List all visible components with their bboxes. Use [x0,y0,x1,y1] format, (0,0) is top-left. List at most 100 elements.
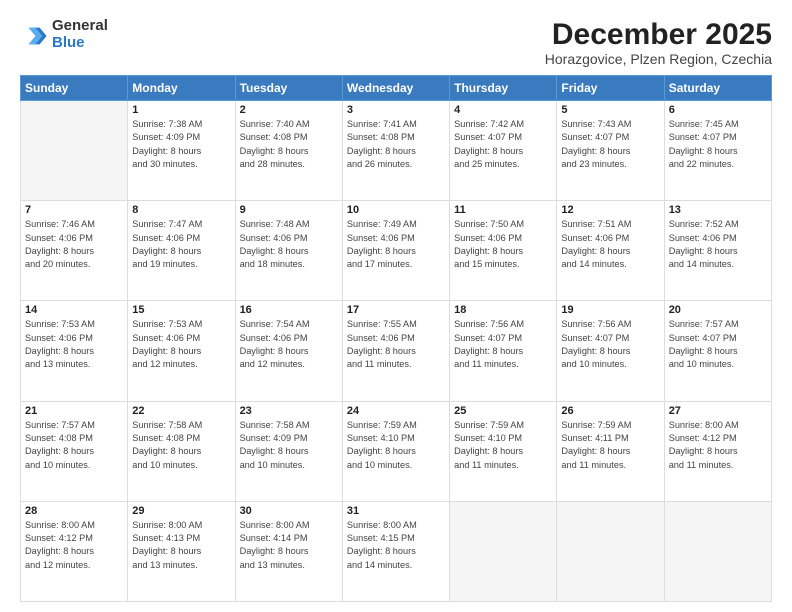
day-info: Sunrise: 7:59 AM Sunset: 4:10 PM Dayligh… [454,419,552,472]
day-info: Sunrise: 8:00 AM Sunset: 4:12 PM Dayligh… [25,519,123,572]
weekday-header-row: SundayMondayTuesdayWednesdayThursdayFrid… [21,76,772,101]
day-info: Sunrise: 8:00 AM Sunset: 4:14 PM Dayligh… [240,519,338,572]
day-info: Sunrise: 7:58 AM Sunset: 4:08 PM Dayligh… [132,419,230,472]
week-row-5: 28 Sunrise: 8:00 AM Sunset: 4:12 PM Dayli… [21,501,772,601]
day-cell [557,501,664,601]
day-cell: 16 Sunrise: 7:54 AM Sunset: 4:06 PM Dayli… [235,301,342,401]
day-number: 17 [347,304,445,316]
day-cell: 30Sunrise: 8:00 AM Sunset: 4:14 PM Dayli… [235,501,342,601]
day-cell: 1 Sunrise: 7:38 AM Sunset: 4:09 PM Daylig… [128,101,235,201]
day-info: Sunrise: 7:51 AM Sunset: 4:06 PM Dayligh… [561,218,659,271]
day-number: 23 [240,405,338,417]
page-title: December 2025 [545,18,772,51]
day-info: Sunrise: 7:54 AM Sunset: 4:06 PM Dayligh… [240,318,338,371]
day-info: Sunrise: 7:48 AM Sunset: 4:06 PM Dayligh… [240,218,338,271]
day-cell: 12 Sunrise: 7:51 AM Sunset: 4:06 PM Dayli… [557,201,664,301]
day-cell: 6 Sunrise: 7:45 AM Sunset: 4:07 PM Daylig… [664,101,771,201]
weekday-wednesday: Wednesday [342,76,449,101]
day-cell: 15Sunrise: 7:53 AM Sunset: 4:06 PM Dayli… [128,301,235,401]
day-number: 9 [240,204,338,216]
day-number: 22 [132,405,230,417]
day-info: Sunrise: 7:53 AM Sunset: 4:06 PM Dayligh… [25,318,123,371]
day-number: 8 [132,204,230,216]
day-cell: 31 Sunrise: 8:00 AM Sunset: 4:15 PM Dayli… [342,501,449,601]
weekday-sunday: Sunday [21,76,128,101]
day-cell: 5Sunrise: 7:43 AM Sunset: 4:07 PM Daylig… [557,101,664,201]
day-cell: 13Sunrise: 7:52 AM Sunset: 4:06 PM Dayli… [664,201,771,301]
header: General Blue December 2025 Horazgovice, … [20,18,772,67]
day-cell [21,101,128,201]
day-number: 18 [454,304,552,316]
day-cell: 22 Sunrise: 7:58 AM Sunset: 4:08 PM Dayli… [128,401,235,501]
weekday-saturday: Saturday [664,76,771,101]
logo-general-text: General [52,18,108,35]
day-number: 29 [132,505,230,517]
week-row-3: 14 Sunrise: 7:53 AM Sunset: 4:06 PM Dayli… [21,301,772,401]
day-info: Sunrise: 7:38 AM Sunset: 4:09 PM Dayligh… [132,118,230,171]
day-cell: 27Sunrise: 8:00 AM Sunset: 4:12 PM Dayli… [664,401,771,501]
day-cell: 24 Sunrise: 7:59 AM Sunset: 4:10 PM Dayli… [342,401,449,501]
day-number: 5 [561,104,659,116]
day-number: 2 [240,104,338,116]
day-info: Sunrise: 7:57 AM Sunset: 4:07 PM Dayligh… [669,318,767,371]
day-cell: 3 Sunrise: 7:41 AM Sunset: 4:08 PM Daylig… [342,101,449,201]
day-cell: 29Sunrise: 8:00 AM Sunset: 4:13 PM Dayli… [128,501,235,601]
day-cell: 28 Sunrise: 8:00 AM Sunset: 4:12 PM Dayli… [21,501,128,601]
calendar: SundayMondayTuesdayWednesdayThursdayFrid… [20,75,772,602]
day-cell: 19 Sunrise: 7:56 AM Sunset: 4:07 PM Dayli… [557,301,664,401]
day-info: Sunrise: 7:52 AM Sunset: 4:06 PM Dayligh… [669,218,767,271]
day-info: Sunrise: 7:50 AM Sunset: 4:06 PM Dayligh… [454,218,552,271]
day-cell: 25 Sunrise: 7:59 AM Sunset: 4:10 PM Dayli… [450,401,557,501]
day-number: 12 [561,204,659,216]
day-number: 28 [25,505,123,517]
day-info: Sunrise: 7:55 AM Sunset: 4:06 PM Dayligh… [347,318,445,371]
day-cell [664,501,771,601]
day-number: 3 [347,104,445,116]
day-info: Sunrise: 7:40 AM Sunset: 4:08 PM Dayligh… [240,118,338,171]
day-number: 19 [561,304,659,316]
day-number: 24 [347,405,445,417]
day-number: 21 [25,405,123,417]
day-number: 11 [454,204,552,216]
day-cell: 21 Sunrise: 7:57 AM Sunset: 4:08 PM Dayli… [21,401,128,501]
day-number: 1 [132,104,230,116]
logo-blue-text: Blue [52,35,108,52]
day-info: Sunrise: 7:42 AM Sunset: 4:07 PM Dayligh… [454,118,552,171]
day-info: Sunrise: 7:56 AM Sunset: 4:07 PM Dayligh… [561,318,659,371]
day-number: 25 [454,405,552,417]
day-info: Sunrise: 7:58 AM Sunset: 4:09 PM Dayligh… [240,419,338,472]
day-cell: 4 Sunrise: 7:42 AM Sunset: 4:07 PM Daylig… [450,101,557,201]
logo-text: General Blue [52,18,108,51]
day-cell: 20 Sunrise: 7:57 AM Sunset: 4:07 PM Dayli… [664,301,771,401]
week-row-1: 1 Sunrise: 7:38 AM Sunset: 4:09 PM Daylig… [21,101,772,201]
day-info: Sunrise: 8:00 AM Sunset: 4:15 PM Dayligh… [347,519,445,572]
day-number: 7 [25,204,123,216]
day-number: 16 [240,304,338,316]
weekday-tuesday: Tuesday [235,76,342,101]
day-number: 4 [454,104,552,116]
day-info: Sunrise: 7:41 AM Sunset: 4:08 PM Dayligh… [347,118,445,171]
week-row-4: 21 Sunrise: 7:57 AM Sunset: 4:08 PM Dayli… [21,401,772,501]
day-number: 31 [347,505,445,517]
page: General Blue December 2025 Horazgovice, … [0,0,792,612]
weekday-monday: Monday [128,76,235,101]
title-block: December 2025 Horazgovice, Plzen Region,… [545,18,772,67]
day-number: 14 [25,304,123,316]
day-info: Sunrise: 7:59 AM Sunset: 4:10 PM Dayligh… [347,419,445,472]
weekday-thursday: Thursday [450,76,557,101]
day-cell: 17 Sunrise: 7:55 AM Sunset: 4:06 PM Dayli… [342,301,449,401]
day-cell: 2 Sunrise: 7:40 AM Sunset: 4:08 PM Daylig… [235,101,342,201]
day-info: Sunrise: 7:49 AM Sunset: 4:06 PM Dayligh… [347,218,445,271]
day-cell: 23 Sunrise: 7:58 AM Sunset: 4:09 PM Dayli… [235,401,342,501]
day-number: 10 [347,204,445,216]
day-info: Sunrise: 8:00 AM Sunset: 4:12 PM Dayligh… [669,419,767,472]
day-number: 15 [132,304,230,316]
day-number: 6 [669,104,767,116]
week-row-2: 7Sunrise: 7:46 AM Sunset: 4:06 PM Daylig… [21,201,772,301]
day-info: Sunrise: 7:59 AM Sunset: 4:11 PM Dayligh… [561,419,659,472]
day-number: 20 [669,304,767,316]
day-number: 26 [561,405,659,417]
day-info: Sunrise: 7:45 AM Sunset: 4:07 PM Dayligh… [669,118,767,171]
day-info: Sunrise: 7:57 AM Sunset: 4:08 PM Dayligh… [25,419,123,472]
day-cell: 7Sunrise: 7:46 AM Sunset: 4:06 PM Daylig… [21,201,128,301]
